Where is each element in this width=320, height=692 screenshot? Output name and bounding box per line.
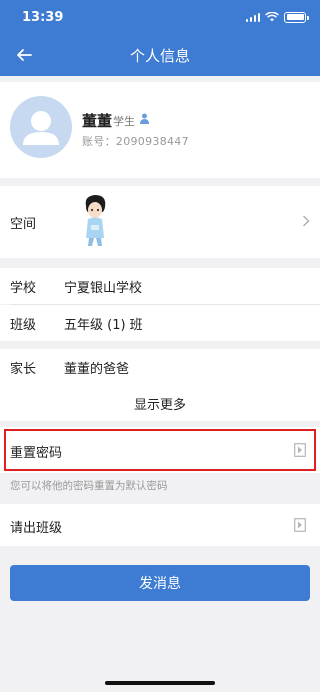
back-arrow-icon[interactable] [12,43,36,67]
reset-password-row[interactable]: 重置密码 [0,427,320,473]
home-indicator[interactable] [105,681,215,685]
profile-card: 董董 学生 账号：2090938447 [0,82,320,178]
role-label: 学生 [113,115,135,128]
account-number: 2090938447 [115,135,189,148]
student-name: 董董 [82,112,113,130]
remove-from-class-label: 请出班级 [10,521,63,536]
status-bar: 13:39 [0,0,320,34]
parent-row: 家长 董董的爸爸 [0,349,320,385]
class-label: 班级 [10,317,37,333]
school-value: 宁夏银山学校 [64,280,143,296]
default-avatar-icon [23,111,59,145]
enter-arrow-icon [294,518,306,532]
battery-icon [284,11,309,23]
space-row[interactable]: 空间 [0,186,320,258]
person-icon [140,113,149,124]
navigation-bar: 个人信息 [0,34,320,76]
enter-arrow-icon [294,443,306,457]
reset-password-hint: 您可以将他的密码重置为默认密码 [10,480,168,492]
wifi-icon [265,12,279,22]
school-label: 学校 [10,280,37,296]
chevron-right-icon [303,215,310,227]
parent-value: 董董的爸爸 [64,361,130,377]
parent-label: 家长 [10,361,37,377]
send-message-button[interactable]: 发消息 [10,565,310,601]
battery-level [286,14,304,20]
cellular-signal-icon [245,12,260,22]
space-label: 空间 [10,217,37,232]
status-time: 13:39 [22,9,64,25]
cartoon-character-image [85,195,106,246]
class-value: 五年级 (1) 班 [64,317,143,333]
page-title: 个人信息 [129,46,190,65]
school-row: 学校 宁夏银山学校 [0,268,320,304]
remove-from-class-row[interactable]: 请出班级 [0,504,320,546]
status-icons [245,11,309,23]
show-more-button[interactable]: 显示更多 [0,385,320,421]
header: 13:39 个人信息 [0,0,320,76]
account-info: 账号：2090938447 [82,133,189,149]
account-label: 账号： [82,135,116,148]
reset-password-label: 重置密码 [10,446,63,461]
avatar [10,96,72,158]
class-row: 班级 五年级 (1) 班 [0,305,320,341]
